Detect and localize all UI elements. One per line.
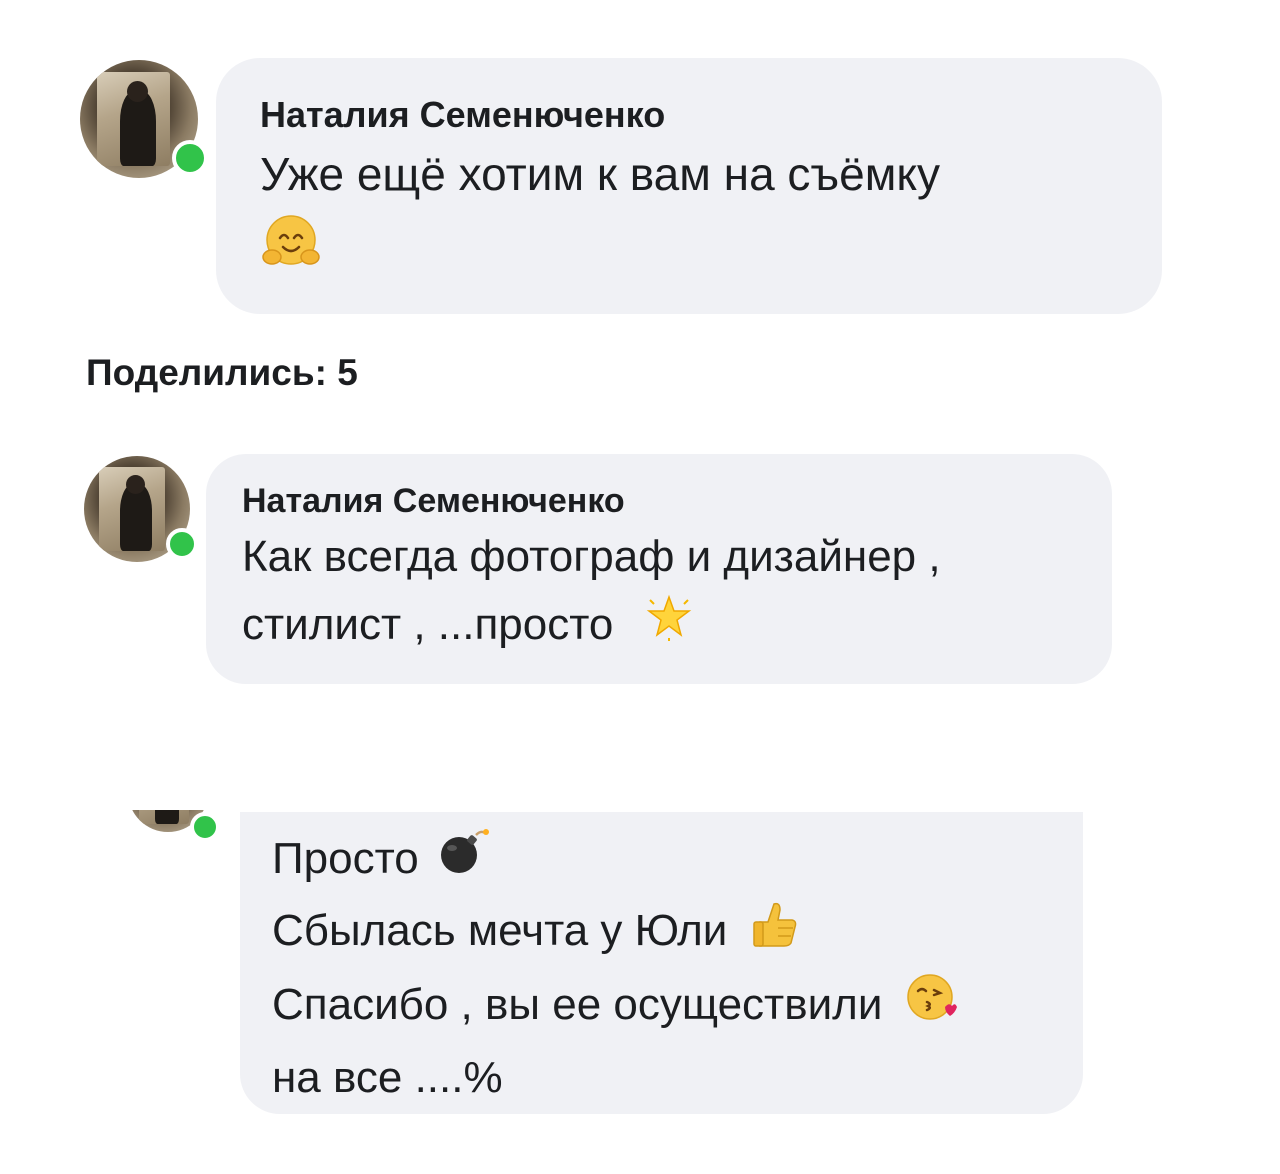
avatar[interactable] [80, 60, 208, 178]
bomb-icon [437, 826, 491, 896]
comment-bubble: Просто Сбылась мечта у Юли Спасибо , вы … [240, 812, 1083, 1114]
comment-text-line: на все ....% [272, 1053, 503, 1103]
comment-text-line: Спасибо , вы ее осуществили [272, 979, 883, 1029]
comment-text-line: Как всегда фотограф и дизайнер , [242, 532, 941, 581]
comment-text: Уже ещё хотим к вам на съёмку [260, 144, 1118, 205]
online-status-icon [190, 812, 220, 842]
comment-text-line: стилист , ...просто [242, 600, 614, 650]
avatar[interactable] [84, 456, 198, 562]
comment-author[interactable]: Наталия Семенюченко [242, 482, 1078, 521]
kissing-face-icon [905, 971, 957, 1043]
star-icon [644, 592, 694, 662]
shared-count[interactable]: Поделились: 5 [86, 352, 358, 394]
comment-author[interactable]: Наталия Семенюченко [260, 94, 1118, 136]
comment-text: Просто Сбылась мечта у Юли Спасибо , вы … [272, 824, 1053, 1112]
avatar[interactable] [128, 810, 220, 842]
comment-text-line: Уже ещё хотим к вам на съёмку [260, 148, 941, 200]
comment-bubble: Наталия Семенюченко Уже ещё хотим к вам … [216, 58, 1162, 314]
online-status-icon [166, 528, 198, 560]
comment-bubble: Наталия Семенюченко Как всегда фотограф … [206, 454, 1112, 684]
thumbs-up-icon [750, 898, 800, 970]
comment-text: Как всегда фотограф и дизайнер , стилист… [242, 523, 1078, 663]
online-status-icon [172, 140, 208, 176]
hugging-face-icon [260, 211, 1118, 278]
comment-text-line: Сбылась мечта у Юли [272, 906, 728, 956]
comment-text-line: Просто [272, 834, 419, 883]
